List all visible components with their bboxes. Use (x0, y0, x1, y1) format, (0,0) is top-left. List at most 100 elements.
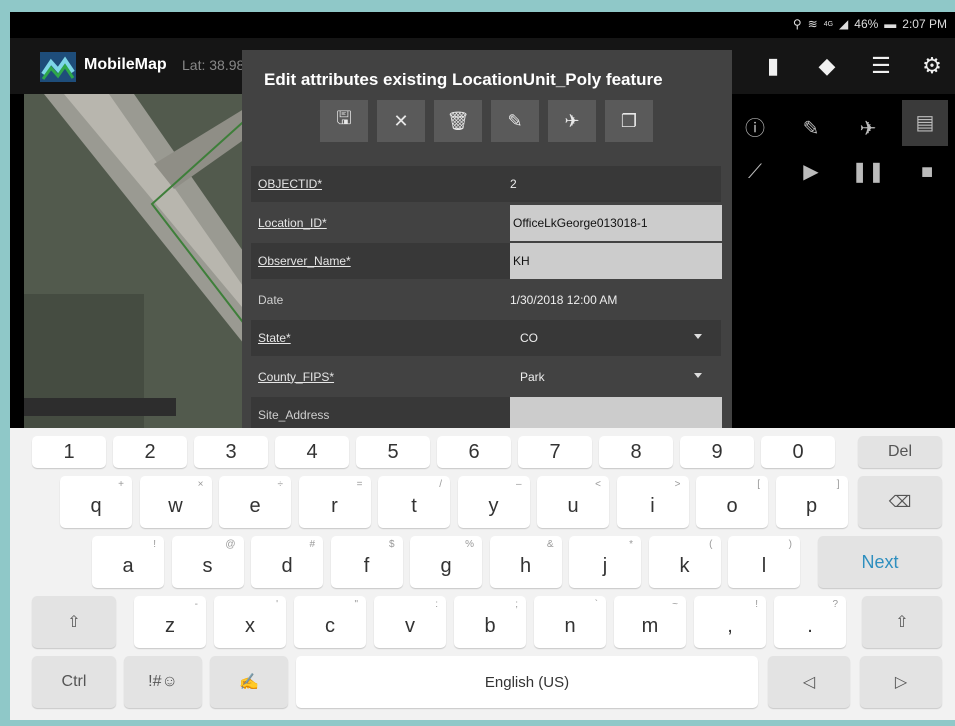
key-label: h (519, 554, 532, 577)
edit-button[interactable]: ✎ (491, 100, 539, 142)
key-comma[interactable]: !, (694, 596, 766, 648)
ctrl-key[interactable]: Ctrl (32, 656, 116, 708)
key-h[interactable]: & h (489, 536, 562, 588)
pencil-icon[interactable]: ✎ (793, 111, 829, 147)
key-7[interactable]: 7 (518, 436, 592, 468)
key-label: k (679, 554, 690, 577)
symbols-key[interactable]: !#☺ (124, 656, 202, 708)
battery-icon: ▬ (884, 17, 897, 31)
key-hint: + (118, 479, 124, 490)
key-w[interactable]: × w (139, 476, 212, 528)
date-value[interactable]: 1/30/2018 12:00 AM (510, 293, 617, 307)
key-g[interactable]: % g (410, 536, 482, 588)
key-hint: $ (388, 539, 395, 550)
location-id-input[interactable]: OfficeLkGeorge013018-1 (510, 204, 722, 241)
key-8[interactable]: 8 (599, 436, 673, 468)
gear-icon[interactable]: ⚙ (916, 52, 948, 80)
cursor-left-key[interactable]: ◁ (768, 656, 850, 708)
observer-name-input[interactable]: KH (510, 243, 722, 279)
key-hint: : (435, 599, 438, 610)
key-label: 1 (63, 440, 75, 463)
key-period[interactable]: ?. (774, 596, 846, 648)
backspace-key[interactable]: ⌫ (858, 476, 942, 528)
gps-satellite-icon[interactable]: ✈ (850, 111, 886, 147)
handwriting-key[interactable]: ✍ (210, 656, 288, 708)
key-2[interactable]: 2 (113, 436, 187, 468)
key-v[interactable]: :v (374, 596, 446, 648)
shift-key-right[interactable]: ⇧ (862, 596, 942, 648)
map-icon[interactable]: ▮ (757, 52, 789, 80)
key-i[interactable]: > i (616, 476, 689, 528)
field-row-county-fips[interactable]: County_FIPS* Park (251, 358, 721, 395)
key-l[interactable]: ) l (728, 536, 800, 588)
attribute-table-icon[interactable]: ▤ (902, 100, 948, 146)
field-row-objectid: OBJECTID* 2 (251, 166, 721, 202)
key-label: w (168, 494, 183, 517)
key-b[interactable]: ; b (454, 596, 526, 648)
save-button[interactable]: 🖫 (320, 100, 368, 142)
list-icon[interactable]: ☰ (865, 52, 897, 80)
key-hint: ) (788, 539, 792, 550)
key-label: o (726, 494, 738, 517)
state-select[interactable]: CO (520, 331, 538, 345)
key-a[interactable]: ! a (92, 536, 164, 588)
map-view[interactable] (24, 94, 252, 440)
key-z[interactable]: -z (134, 596, 206, 648)
key-3[interactable]: 3 (194, 436, 268, 468)
key-t[interactable]: / t (378, 476, 450, 528)
key-9[interactable]: 9 (680, 436, 754, 468)
track-line-icon[interactable]: ⟋ (737, 154, 773, 190)
key-x[interactable]: ' x (214, 596, 286, 648)
delete-key[interactable]: Del (858, 436, 942, 468)
info-icon[interactable]: ⓘ (737, 111, 773, 147)
app-logo-icon (40, 52, 76, 82)
key-5[interactable]: 5 (356, 436, 430, 468)
field-label: Location_ID* (258, 215, 327, 230)
key-label: e (249, 494, 261, 517)
field-row-state[interactable]: State* CO (251, 320, 721, 356)
key-c[interactable]: " c (294, 596, 366, 648)
key-o[interactable]: [o (696, 476, 768, 528)
key-hint: ! (755, 599, 758, 610)
key-j[interactable]: * j (569, 536, 641, 588)
cancel-button[interactable]: ✕ (377, 100, 425, 142)
key-label: l (761, 554, 767, 577)
space-key[interactable]: English (US) (296, 656, 758, 708)
key-f[interactable]: $ f (330, 536, 403, 588)
key-6[interactable]: 6 (437, 436, 511, 468)
dropdown-caret-icon[interactable] (694, 334, 702, 339)
shift-key-left[interactable]: ⇧ (32, 596, 116, 648)
key-y[interactable]: – y (457, 476, 530, 528)
key-q[interactable]: + q (60, 476, 132, 528)
dropdown-caret-icon[interactable] (694, 372, 702, 378)
copy-button[interactable]: ❐ (605, 100, 653, 142)
next-key[interactable]: Next (818, 536, 942, 588)
key-p[interactable]: ] p (775, 476, 848, 528)
field-label: State* (258, 331, 291, 345)
close-icon: ✕ (393, 110, 409, 131)
cursor-right-key[interactable]: ▷ (860, 656, 942, 708)
key-u[interactable]: < u (537, 476, 609, 528)
attribute-fields: OBJECTID* 2 Location_ID* OfficeLkGeorge0… (251, 166, 722, 436)
key-hint: " (354, 599, 358, 610)
key-0[interactable]: 0 (761, 436, 835, 468)
play-icon[interactable]: ▶ (793, 154, 829, 190)
gps-button[interactable]: ✈ (548, 100, 596, 142)
stop-icon[interactable]: ■ (909, 154, 945, 190)
key-hint: = (356, 479, 363, 490)
key-r[interactable]: = r (298, 476, 371, 528)
key-k[interactable]: (k (648, 536, 721, 588)
delete-button[interactable]: 🗑 (434, 100, 482, 142)
county-fips-select[interactable]: Park (520, 370, 545, 384)
key-m[interactable]: ~ m (614, 596, 686, 648)
pause-icon[interactable]: ❚❚ (850, 154, 886, 190)
key-e[interactable]: ÷ e (219, 476, 291, 528)
key-hint: - (194, 599, 198, 610)
key-1[interactable]: 1 (32, 436, 106, 468)
key-n[interactable]: ` n (534, 596, 606, 648)
copy-icon: ❐ (620, 110, 638, 131)
layers-icon[interactable]: ◆ (811, 52, 843, 80)
key-4[interactable]: 4 (275, 436, 349, 468)
key-d[interactable]: # d (251, 536, 323, 588)
key-s[interactable]: @ s (171, 536, 244, 588)
